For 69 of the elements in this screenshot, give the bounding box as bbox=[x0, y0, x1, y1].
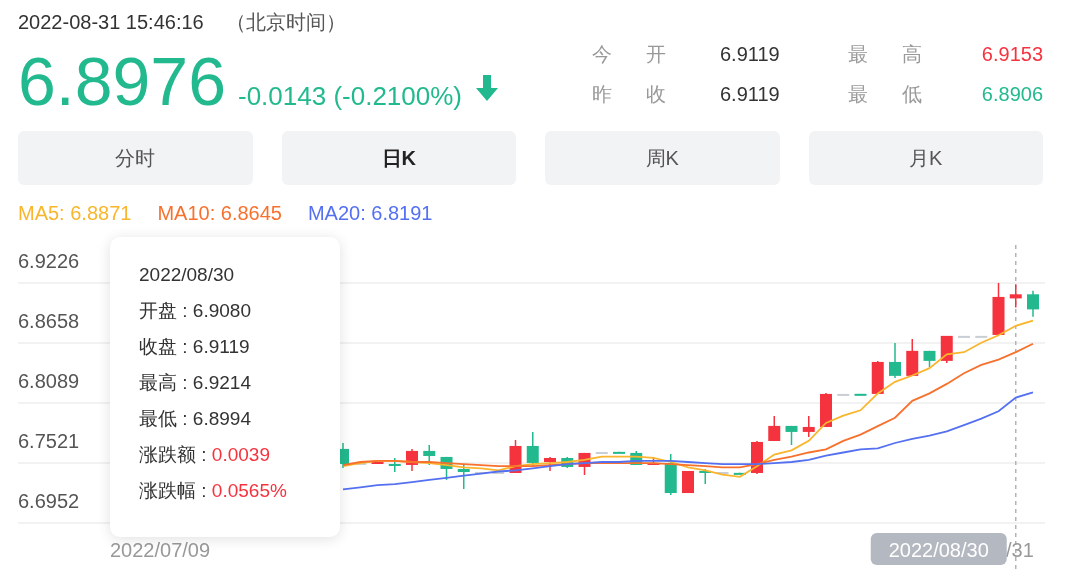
candlestick bbox=[923, 350, 936, 368]
timestamp: 2022-08-31 15:46:16 bbox=[18, 10, 204, 34]
candlestick bbox=[664, 453, 677, 496]
candlestick bbox=[975, 335, 988, 338]
x-axis-label: 2022/07/09 bbox=[110, 539, 211, 561]
candlestick bbox=[406, 448, 418, 472]
candlestick bbox=[682, 470, 694, 494]
candlestick bbox=[871, 360, 884, 395]
candlestick bbox=[492, 471, 505, 474]
stat-value: 6.9119 bbox=[720, 82, 781, 106]
candlestick bbox=[440, 456, 453, 481]
candlestick bbox=[906, 338, 919, 377]
tooltip-row-text: 开盘 : 6.9080 bbox=[139, 299, 252, 323]
candlestick bbox=[509, 439, 522, 474]
candlestick bbox=[820, 392, 832, 428]
tooltip-row-text: 涨跌幅 : 0.0565% bbox=[139, 479, 288, 503]
stat-label: 最 高 bbox=[848, 41, 937, 67]
candlestick bbox=[647, 456, 660, 466]
candlestick bbox=[423, 444, 436, 466]
candlestick bbox=[992, 282, 1005, 336]
candlestick bbox=[889, 342, 901, 379]
timezone-label: （北京时间） bbox=[225, 9, 346, 35]
candlestick bbox=[854, 393, 867, 396]
candlestick bbox=[388, 457, 401, 473]
y-axis-label: 6.9226 bbox=[18, 250, 80, 272]
ma-legend-label: MA20: 6.8191 bbox=[307, 202, 433, 226]
period-tab[interactable]: 分时 bbox=[18, 131, 253, 185]
crosshair-date-label: 2022/08/30 bbox=[870, 533, 1007, 565]
arrow-down-icon bbox=[474, 74, 500, 102]
candlestick bbox=[768, 415, 781, 442]
tooltip-row-text: 最高 : 6.9214 bbox=[139, 371, 252, 395]
candlestick bbox=[613, 451, 625, 454]
tooltip-row-text: 收盘 : 6.9119 bbox=[139, 335, 251, 359]
ma-legend-label: MA5: 6.8871 bbox=[18, 202, 132, 226]
period-tab[interactable]: 月K bbox=[808, 131, 1043, 185]
candlestick bbox=[837, 393, 850, 396]
tooltip-date: 2022/08/30 bbox=[139, 263, 236, 287]
stat-label: 今 开 bbox=[592, 41, 681, 67]
x-axis-label: /31 bbox=[1006, 539, 1034, 561]
stat-label: 最 低 bbox=[848, 81, 937, 107]
price-change: -0.0143 (-0.2100%) bbox=[238, 81, 462, 112]
stat-value: 6.9119 bbox=[720, 42, 781, 66]
period-tab[interactable]: 日K bbox=[281, 131, 516, 185]
candlestick bbox=[595, 451, 608, 454]
candlestick bbox=[699, 468, 712, 485]
candlestick bbox=[561, 456, 574, 469]
candlestick bbox=[716, 471, 729, 474]
period-tab[interactable]: 周K bbox=[545, 131, 780, 185]
candlestick bbox=[544, 456, 556, 472]
y-axis-label: 6.7521 bbox=[18, 430, 80, 452]
candlestick bbox=[457, 464, 470, 490]
stat-label: 昨 收 bbox=[592, 81, 681, 107]
candlestick bbox=[958, 335, 970, 338]
ma-legend-label: MA10: 6.8645 bbox=[157, 202, 282, 226]
candlestick bbox=[1009, 283, 1022, 309]
stat-value: 6.9153 bbox=[980, 42, 1043, 66]
y-axis-label: 6.8658 bbox=[18, 310, 80, 332]
candlestick bbox=[802, 415, 815, 438]
y-axis-label: 6.8089 bbox=[18, 370, 80, 392]
candlestick bbox=[371, 461, 384, 465]
candlestick bbox=[1027, 289, 1039, 318]
current-price: 6.8976 bbox=[18, 42, 226, 120]
stat-value: 6.8906 bbox=[980, 82, 1043, 106]
candlestick bbox=[733, 472, 746, 475]
candlestick bbox=[578, 452, 591, 476]
tooltip-row-text: 涨跌额 : 0.0039 bbox=[139, 443, 271, 467]
candlestick bbox=[785, 425, 798, 446]
tooltip-row-text: 最低 : 6.8994 bbox=[139, 407, 252, 431]
y-axis-label: 6.6952 bbox=[18, 490, 80, 512]
